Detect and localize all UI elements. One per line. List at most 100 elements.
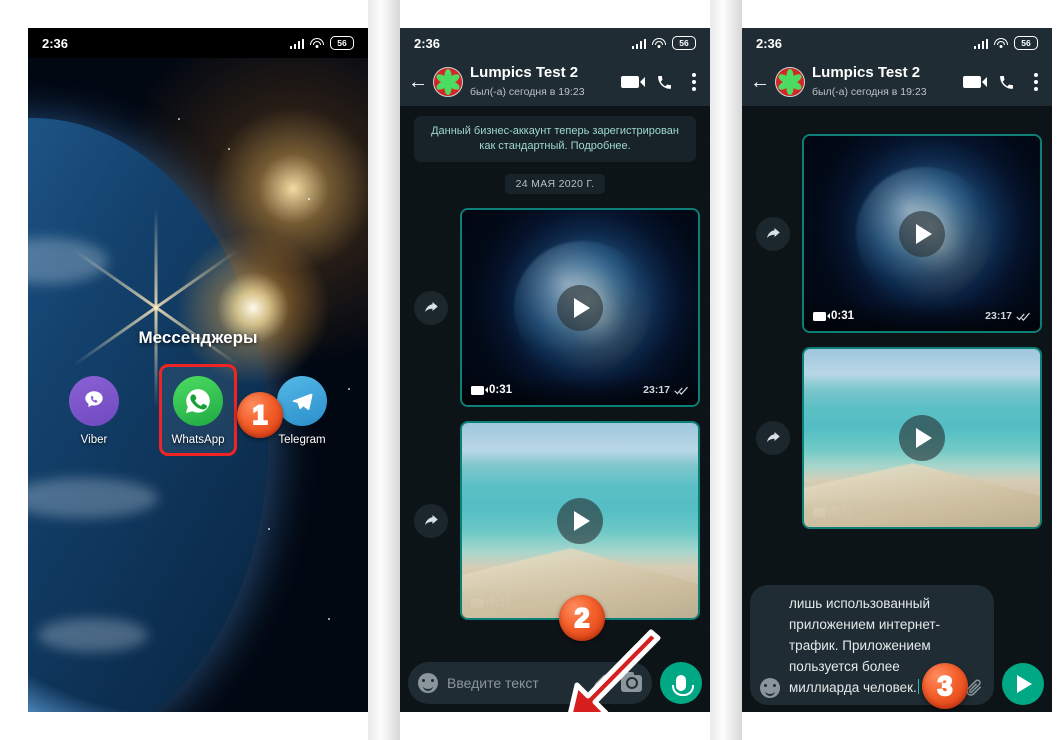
- play-icon[interactable]: [557, 497, 603, 544]
- app-label-whatsapp: WhatsApp: [171, 434, 225, 446]
- chat-screen: ← Lumpics Test 2 был(-а) сегодня в 19:23: [742, 58, 1052, 712]
- contact-status: был(-а) сегодня в 19:23: [812, 86, 927, 98]
- step-badge-2: 2: [559, 595, 605, 641]
- telegram-icon: [277, 376, 327, 426]
- read-double-check-icon: [674, 599, 689, 608]
- wifi-icon: [994, 37, 1008, 49]
- app-icon-viber[interactable]: Viber: [58, 376, 130, 446]
- video-thumbnail: 0:11 23:21: [462, 423, 698, 618]
- app-label-viber: Viber: [80, 434, 108, 446]
- video-duration: 0:31: [813, 310, 854, 322]
- message-time: 23:17: [643, 384, 689, 396]
- phone-panel-home: 2:36 56 Мессенджеры Viber WhatsApp Teleg…: [28, 28, 368, 712]
- cloud-graphic: [38, 618, 148, 652]
- video-call-icon[interactable]: [621, 76, 649, 88]
- wifi-icon: [310, 37, 324, 49]
- play-icon[interactable]: [899, 210, 945, 257]
- forward-arrow-icon[interactable]: [756, 216, 790, 251]
- wifi-icon: [652, 37, 666, 49]
- annotation-arrow-2: [568, 629, 661, 712]
- message-row: 0:11 23:21: [742, 347, 1052, 529]
- status-bar-icons: 56: [289, 36, 354, 50]
- signal-bars-icon: [289, 38, 304, 49]
- status-bar-time: 2:36: [756, 35, 783, 51]
- message-row: 0:11 23:21: [400, 421, 710, 620]
- play-icon[interactable]: [557, 284, 603, 331]
- chat-header: ← Lumpics Test 2 был(-а) сегодня в 19:23: [400, 58, 710, 106]
- status-bar-time: 2:36: [42, 35, 69, 51]
- panel-divider: [368, 0, 400, 740]
- step-badge-1: 1: [237, 392, 283, 438]
- video-message-bubble[interactable]: 0:11 23:21: [802, 347, 1042, 529]
- message-input-bar: лишь использованный приложением интернет…: [742, 584, 1052, 712]
- message-time: 23:17: [985, 310, 1031, 322]
- chat-header: ← Lumpics Test 2 был(-а) сегодня в 19:23: [742, 58, 1052, 106]
- send-button[interactable]: [1002, 663, 1044, 705]
- read-double-check-icon: [674, 386, 689, 395]
- app-icon-whatsapp[interactable]: WhatsApp: [162, 376, 234, 446]
- chat-screen: ← Lumpics Test 2 был(-а) сегодня в 19:23: [400, 58, 710, 712]
- status-bar-time: 2:36: [414, 35, 441, 51]
- microphone-icon: [672, 675, 694, 696]
- battery-indicator: 56: [330, 36, 354, 50]
- video-camera-icon: [813, 311, 830, 321]
- contact-avatar[interactable]: [775, 67, 805, 97]
- phone-panel-chat-empty-input: 2:36 56 ← Lumpics Test 2 был(-а) сегодня…: [400, 28, 710, 712]
- signal-bars-icon: [631, 38, 646, 49]
- battery-indicator: 56: [1014, 36, 1038, 50]
- video-message-bubble[interactable]: 0:11 23:21: [460, 421, 700, 620]
- message-time: 23:21: [985, 506, 1031, 518]
- video-duration: 0:31: [471, 384, 512, 396]
- chat-title-block[interactable]: Lumpics Test 2 был(-а) сегодня в 19:23: [812, 64, 956, 100]
- home-screen-wallpaper: Мессенджеры Viber WhatsApp Telegram: [28, 58, 368, 712]
- overflow-menu-icon[interactable]: [692, 73, 696, 91]
- screenshot-stage: 2:36 56 Мессенджеры Viber WhatsApp Teleg…: [0, 0, 1064, 740]
- video-thumbnail: 0:31 23:17: [462, 210, 698, 405]
- phone-call-icon[interactable]: [656, 74, 673, 91]
- video-duration: 0:11: [813, 506, 853, 518]
- status-bar: 2:36 56: [28, 28, 368, 58]
- forward-arrow-icon[interactable]: [414, 290, 448, 325]
- message-row: 0:31 23:17: [742, 134, 1052, 333]
- panel-divider: [710, 0, 742, 740]
- text-caret: [917, 679, 920, 694]
- back-arrow-icon[interactable]: ←: [750, 72, 770, 92]
- video-message-bubble[interactable]: 0:31 23:17: [802, 134, 1042, 333]
- send-icon: [1017, 675, 1032, 693]
- emoji-icon[interactable]: [760, 678, 780, 698]
- video-thumbnail: 0:11 23:21: [804, 349, 1040, 527]
- contact-avatar[interactable]: [433, 67, 463, 97]
- video-thumbnail: 0:31 23:17: [804, 136, 1040, 331]
- phone-call-icon[interactable]: [998, 74, 1015, 91]
- back-arrow-icon[interactable]: ←: [408, 72, 428, 92]
- video-duration: 0:11: [471, 597, 511, 609]
- chat-title-block[interactable]: Lumpics Test 2 был(-а) сегодня в 19:23: [470, 64, 614, 100]
- message-row: 0:31 23:17: [400, 208, 710, 407]
- app-label-telegram: Telegram: [278, 434, 326, 446]
- contact-status: был(-а) сегодня в 19:23: [470, 86, 585, 98]
- forward-arrow-icon[interactable]: [756, 421, 790, 455]
- play-icon[interactable]: [899, 415, 945, 461]
- video-meta: 0:11 23:21: [804, 497, 1040, 527]
- video-camera-icon: [471, 598, 488, 608]
- video-message-bubble[interactable]: 0:31 23:17: [460, 208, 700, 407]
- step-badge-3: 3: [922, 663, 968, 709]
- app-row: Viber WhatsApp Telegram: [28, 376, 368, 446]
- read-double-check-icon: [1016, 312, 1031, 321]
- video-camera-icon: [813, 507, 830, 517]
- message-list[interactable]: Данный бизнес-аккаунт теперь зарегистрир…: [400, 106, 710, 712]
- whatsapp-icon: [173, 376, 223, 426]
- video-call-icon[interactable]: [963, 76, 991, 88]
- emoji-icon[interactable]: [418, 673, 438, 693]
- video-camera-icon: [471, 385, 488, 395]
- video-meta: 0:31 23:17: [804, 301, 1040, 331]
- folder-title: Мессенджеры: [138, 328, 258, 347]
- forward-arrow-icon[interactable]: [414, 503, 448, 538]
- status-bar: 2:36 56: [742, 28, 1052, 58]
- date-separator: 24 МАЯ 2020 Г.: [504, 174, 606, 194]
- battery-indicator: 56: [672, 36, 696, 50]
- business-account-notice[interactable]: Данный бизнес-аккаунт теперь зарегистрир…: [414, 116, 696, 162]
- phone-panel-chat-typed-text: 2:36 56 ← Lumpics Test 2 был(-а) сегодня…: [742, 28, 1052, 712]
- read-double-check-icon: [1016, 508, 1031, 517]
- overflow-menu-icon[interactable]: [1034, 73, 1038, 91]
